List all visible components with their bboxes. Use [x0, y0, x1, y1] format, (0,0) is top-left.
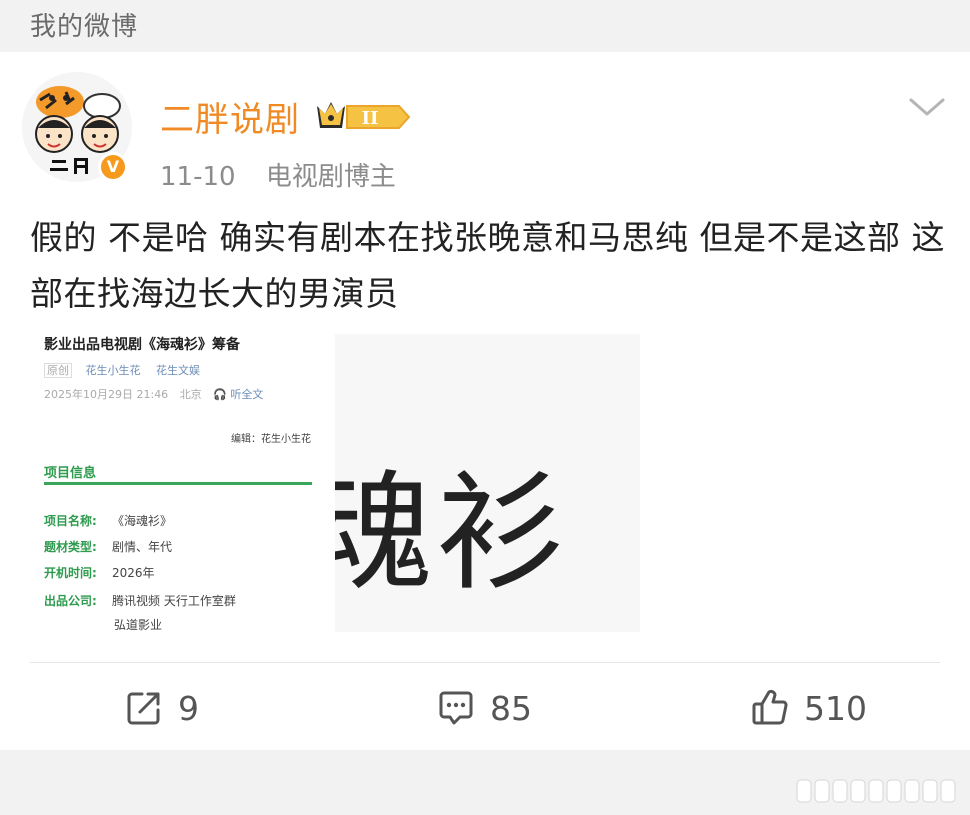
like-count: 510: [804, 688, 867, 728]
like-button[interactable]: 510: [750, 688, 867, 728]
page-title: 我的微博: [30, 12, 139, 42]
repost-count: 9: [178, 688, 199, 728]
repost-button[interactable]: 9: [124, 688, 199, 728]
doc-date-line: 2025年10月29日 21:46 北京 🎧 听全文: [44, 386, 279, 402]
doc-account-2: 花生文娱: [156, 364, 200, 377]
doc-date: 2025年10月29日 21:46: [44, 388, 169, 401]
doc-section-divider: [44, 482, 312, 485]
post-image-closeup[interactable]: 魂衫: [335, 334, 640, 632]
comment-count: 85: [490, 688, 532, 728]
share-icon: [127, 692, 160, 725]
doc-row: 题材类型: 剧情、年代: [44, 540, 173, 554]
doc-location: 北京: [179, 388, 202, 401]
doc-row: 出品公司: 腾讯视频 天行工作室群: [44, 594, 236, 608]
doc-tags: 原创 花生小生花 花生文娱: [44, 362, 200, 378]
doc-account-1: 花生小生花: [85, 364, 141, 377]
verified-icon: V: [98, 152, 128, 182]
like-icon: [752, 689, 788, 725]
comment-icon: [439, 691, 473, 725]
crown-icon[interactable]: II: [315, 96, 415, 136]
doc-listen: 🎧 听全文: [213, 388, 264, 401]
doc-row: 开机时间: 2026年: [44, 566, 155, 580]
post-source: 电视剧博主: [265, 162, 396, 192]
doc-section-title: 项目信息: [44, 466, 97, 481]
post-time: 11-10: [160, 162, 236, 192]
post-card[interactable]: V 二胖说剧 II 11-10 电视剧博主 假的 不是哈 确实有剧本在找张晚意和…: [0, 52, 970, 750]
author-name[interactable]: 二胖说剧: [160, 92, 300, 141]
post-image-document[interactable]: 影业出品电视剧《海魂衫》筹备 原创 花生小生花 花生文娱 2025年10月29日…: [30, 334, 325, 632]
closeup-text: 魂衫: [335, 459, 570, 608]
post-meta: 11-10 电视剧博主: [160, 156, 396, 193]
page-header: 我的微博: [0, 0, 970, 50]
doc-row: 项目名称: 《海魂衫》: [44, 514, 173, 528]
doc-tag-original: 原创: [44, 363, 72, 378]
badge-level: II: [362, 108, 379, 129]
doc-company-extra: 弘道影业: [114, 618, 163, 632]
doc-editor: 编辑：花生小生花: [231, 434, 311, 445]
home-indicator: [796, 779, 956, 803]
action-divider: [30, 662, 940, 663]
comment-button[interactable]: 85: [436, 688, 532, 728]
doc-title: 影业出品电视剧《海魂衫》筹备: [44, 337, 240, 353]
chevron-down-icon[interactable]: [905, 92, 949, 122]
post-text: 假的 不是哈 确实有剧本在找张晚意和马思纯 但是不是这部 这部在找海边长大的男演…: [30, 218, 945, 313]
